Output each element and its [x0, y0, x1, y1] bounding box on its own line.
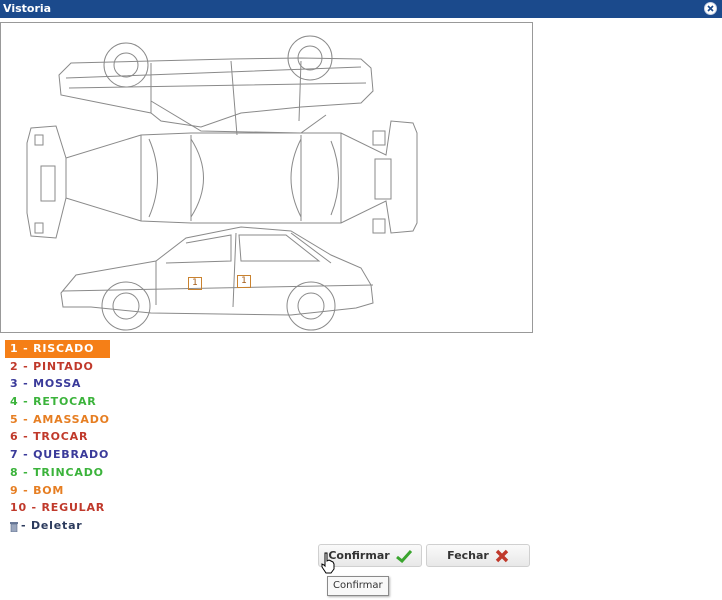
close-dialog-icon[interactable] — [704, 2, 717, 15]
damage-marker[interactable]: 1 — [237, 275, 251, 288]
legend-item-regular[interactable]: 10 - REGULAR — [5, 499, 110, 517]
checkmark-icon — [395, 549, 412, 563]
legend-item-quebrado[interactable]: 7 - QUEBRADO — [5, 446, 110, 464]
dialog-title: Vistoria — [3, 2, 52, 15]
legend-item-amassado[interactable]: 5 - AMASSADO — [5, 411, 110, 429]
confirm-tooltip: Confirmar — [327, 576, 389, 596]
hand-pointer-icon — [321, 552, 335, 578]
legend-item-pintado[interactable]: 2 - PINTADO — [5, 358, 110, 376]
delete-label: - Deletar — [21, 519, 83, 533]
damage-type-legend: 1 - RISCADO 2 - PINTADO 3 - MOSSA 4 - RE… — [5, 340, 110, 535]
legend-item-retocar[interactable]: 4 - RETOCAR — [5, 393, 110, 411]
red-x-icon — [495, 549, 509, 562]
damage-marker[interactable]: 1 — [188, 277, 202, 290]
trash-icon — [10, 520, 18, 533]
legend-item-trocar[interactable]: 6 - TROCAR — [5, 428, 110, 446]
legend-item-riscado[interactable]: 1 - RISCADO — [5, 340, 110, 358]
car-outline-drawing — [26, 35, 418, 331]
close-button-label: Fechar — [447, 549, 489, 562]
car-damage-diagram[interactable]: 1 1 — [0, 22, 533, 333]
close-button[interactable]: Fechar — [426, 544, 530, 567]
legend-item-bom[interactable]: 9 - BOM — [5, 482, 110, 500]
confirm-button-label: Confirmar — [328, 549, 390, 562]
legend-item-trincado[interactable]: 8 - TRINCADO — [5, 464, 110, 482]
legend-item-deletar[interactable]: - Deletar — [5, 517, 110, 535]
dialog-title-bar: Vistoria — [0, 0, 722, 18]
legend-item-mossa[interactable]: 3 - MOSSA — [5, 375, 110, 393]
